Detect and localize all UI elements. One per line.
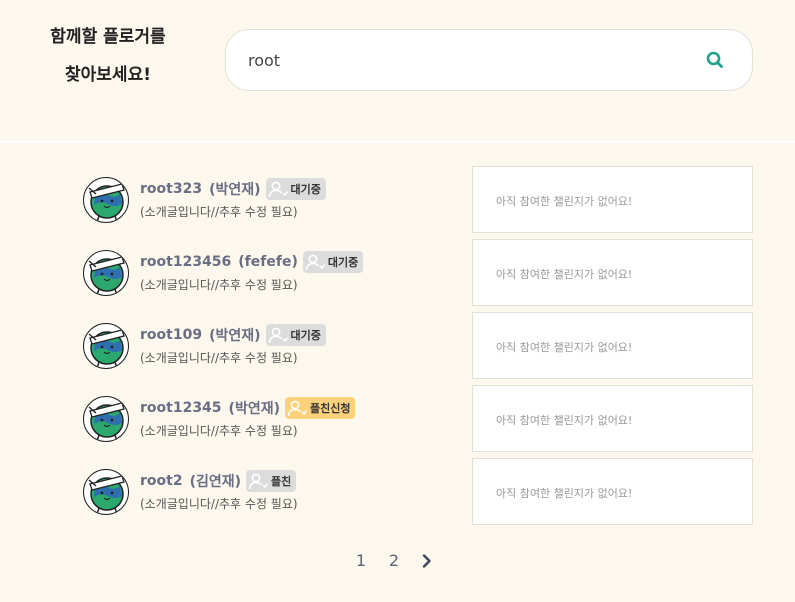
page-2-link[interactable]: 2 [384, 551, 404, 570]
badge-label: 플친신청 [309, 402, 351, 415]
search-input[interactable] [248, 47, 688, 73]
user-intro: (소개글입니다//추후 수정 필요) [140, 205, 298, 219]
username[interactable]: root109 [140, 327, 202, 343]
name-line: root12345 (박연재) 플친신청 [140, 397, 356, 419]
earth-mascot-icon [88, 475, 125, 514]
challenge-empty-text: 아직 참여한 챌린지가 없어요! [496, 341, 633, 354]
real-name: (김연재) [189, 474, 242, 490]
friend-status-badge[interactable]: 대기중 [302, 251, 364, 273]
challenge-card: 아직 참여한 챌린지가 없어요! [472, 239, 753, 306]
avatar[interactable] [83, 177, 129, 223]
user-list: root323 (박연재) 대기중 (소개글입니다//추후 수정 필요) 아직 … [0, 166, 795, 531]
challenge-card: 아직 참여한 챌린지가 없어요! [472, 385, 753, 452]
user-add-icon [268, 327, 288, 344]
user-add-icon [268, 181, 288, 198]
challenge-empty-text: 아직 참여한 챌린지가 없어요! [496, 487, 633, 500]
name-line: root323 (박연재) 대기중 [140, 178, 326, 200]
friend-status-badge[interactable]: 대기중 [265, 178, 326, 200]
real-name: (fefefe) [238, 254, 298, 270]
tagline-line-1: 함께할 플로거를 [50, 27, 166, 47]
user-row: root12345 (박연재) 플친신청 (소개글입니다//추후 수정 필요) … [0, 385, 795, 458]
friend-status-badge[interactable]: 플친신청 [284, 397, 356, 419]
earth-mascot-icon [88, 256, 125, 295]
name-line: root109 (박연재) 대기중 [140, 324, 326, 346]
badge-label: 플친 [271, 475, 292, 488]
name-line: root2 (김연재) 플친 [140, 470, 297, 492]
page-tagline: 함께할 플로거를 찾아보세요! [38, 18, 178, 94]
username[interactable]: root12345 [140, 400, 222, 416]
divider [0, 141, 795, 143]
earth-mascot-icon [88, 402, 125, 441]
search-box [225, 29, 753, 91]
avatar[interactable] [83, 250, 129, 296]
badge-label: 대기중 [327, 256, 359, 269]
real-name: (박연재) [209, 328, 261, 344]
avatar[interactable] [83, 469, 129, 515]
user-add-icon [287, 400, 307, 417]
user-row: root2 (김연재) 플친 (소개글입니다//추후 수정 필요) 아직 참여한… [0, 458, 795, 531]
user-add-icon [248, 473, 269, 490]
real-name: (박연재) [209, 182, 261, 198]
pagination: 1 2 [351, 551, 436, 570]
username[interactable]: root2 [140, 473, 183, 489]
challenge-card: 아직 참여한 챌린지가 없어요! [472, 166, 753, 233]
user-row: root109 (박연재) 대기중 (소개글입니다//추후 수정 필요) 아직 … [0, 312, 795, 385]
page-1-link[interactable]: 1 [351, 551, 371, 570]
badge-label: 대기중 [290, 183, 321, 196]
earth-mascot-icon [88, 183, 125, 222]
user-add-icon [305, 254, 325, 271]
user-intro: (소개글입니다//추후 수정 필요) [140, 424, 298, 438]
friend-status-badge[interactable]: 대기중 [265, 324, 326, 346]
challenge-empty-text: 아직 참여한 챌린지가 없어요! [496, 195, 633, 208]
avatar[interactable] [83, 323, 129, 369]
user-intro: (소개글입니다//추후 수정 필요) [140, 497, 298, 511]
username[interactable]: root323 [140, 181, 202, 197]
user-intro: (소개글입니다//추후 수정 필요) [140, 351, 298, 365]
tagline-line-2: 찾아보세요! [65, 65, 151, 85]
friend-status-badge[interactable]: 플친 [246, 470, 297, 492]
badge-label: 대기중 [290, 329, 321, 342]
user-intro: (소개글입니다//추후 수정 필요) [140, 278, 298, 292]
challenge-empty-text: 아직 참여한 챌린지가 없어요! [496, 414, 633, 427]
user-row: root323 (박연재) 대기중 (소개글입니다//추후 수정 필요) 아직 … [0, 166, 795, 239]
chevron-right-icon[interactable] [418, 552, 436, 570]
header: 함께할 플로거를 찾아보세요! [0, 0, 795, 142]
challenge-empty-text: 아직 참여한 챌린지가 없어요! [496, 268, 633, 281]
search-icon[interactable] [704, 49, 726, 71]
challenge-card: 아직 참여한 챌린지가 없어요! [472, 458, 753, 525]
avatar[interactable] [83, 396, 129, 442]
user-row: root123456 (fefefe) 대기중 (소개글입니다//추후 수정 필… [0, 239, 795, 312]
name-line: root123456 (fefefe) 대기중 [140, 251, 364, 273]
earth-mascot-icon [88, 329, 125, 368]
username[interactable]: root123456 [140, 254, 231, 270]
real-name: (박연재) [228, 401, 280, 417]
challenge-card: 아직 참여한 챌린지가 없어요! [472, 312, 753, 379]
